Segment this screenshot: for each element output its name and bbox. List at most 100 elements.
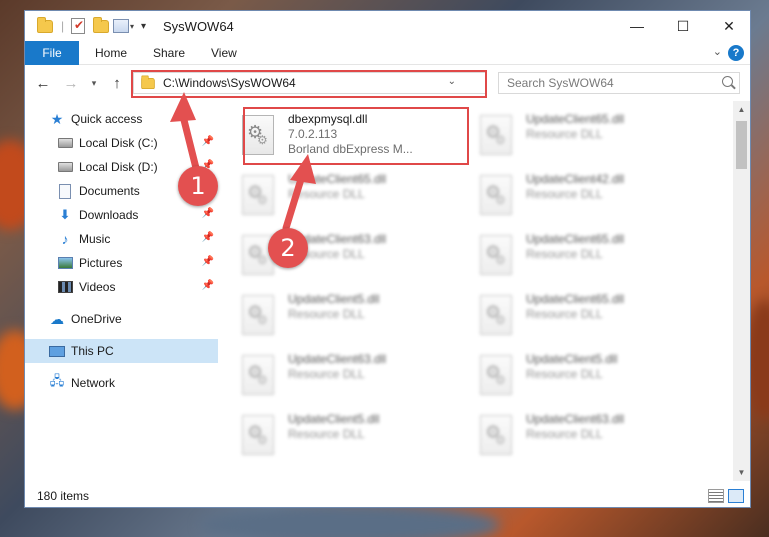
forward-arrow-icon[interactable]: → bbox=[61, 73, 81, 93]
dll-file-icon bbox=[480, 355, 512, 395]
title-bar: | ▾ ▾ SysWOW64 — ☐ ✕ bbox=[25, 11, 750, 41]
file-name: UpdateClient65.dll bbox=[526, 292, 625, 306]
file-description: Resource DLL bbox=[526, 307, 603, 321]
pin-icon[interactable]: 📌 bbox=[202, 280, 214, 291]
nav-item-this-pc[interactable]: This PC bbox=[25, 339, 218, 363]
file-tile[interactable]: UpdateClient63.dllResource DLL bbox=[468, 407, 696, 463]
nav-item-downloads[interactable]: ⬇ Downloads 📌 bbox=[25, 203, 218, 227]
scroll-up-icon[interactable]: ▲ bbox=[733, 101, 750, 118]
nav-item-music[interactable]: ♪ Music 📌 bbox=[25, 227, 218, 251]
help-icon[interactable]: ? bbox=[728, 45, 744, 61]
dll-file-icon bbox=[242, 295, 274, 335]
nav-item-network[interactable]: 🖧 Network bbox=[25, 371, 218, 395]
nav-item-label: Quick access bbox=[71, 112, 143, 126]
window-title: SysWOW64 bbox=[163, 19, 234, 34]
file-description: Resource DLL bbox=[288, 427, 365, 441]
nav-item-label: This PC bbox=[71, 344, 114, 358]
download-icon: ⬇ bbox=[59, 207, 71, 222]
pin-icon[interactable]: 📌 bbox=[202, 232, 214, 243]
nav-item-label: OneDrive bbox=[71, 312, 122, 326]
file-tile[interactable]: UpdateClient5.dllResource DLL bbox=[230, 407, 458, 463]
file-tile[interactable]: UpdateClient65.dllResource DLL bbox=[468, 287, 696, 343]
file-tile[interactable]: UpdateClient5.dllResource DLL bbox=[468, 347, 696, 403]
nav-item-label: Videos bbox=[79, 280, 116, 294]
nav-item-local-disk-c[interactable]: Local Disk (C:) 📌 bbox=[25, 131, 218, 155]
nav-item-label: Documents bbox=[79, 184, 140, 198]
file-description: Resource DLL bbox=[526, 187, 603, 201]
search-icon bbox=[722, 76, 733, 87]
pin-icon[interactable]: 📌 bbox=[202, 208, 214, 219]
file-name: UpdateClient65.dll bbox=[288, 172, 387, 186]
file-tile[interactable]: UpdateClient42.dllResource DLL bbox=[468, 167, 696, 223]
nav-item-pictures[interactable]: Pictures 📌 bbox=[25, 251, 218, 275]
scroll-thumb[interactable] bbox=[736, 121, 747, 169]
tab-home[interactable]: Home bbox=[95, 41, 127, 65]
tiles-view-icon[interactable] bbox=[728, 489, 744, 503]
disk-icon bbox=[57, 160, 73, 174]
dll-file-icon bbox=[480, 415, 512, 455]
callout-marker-1: 1 bbox=[178, 166, 218, 206]
app-folder-icon bbox=[37, 16, 53, 36]
dll-file-icon bbox=[242, 355, 274, 395]
file-name: UpdateClient65.dll bbox=[526, 112, 625, 126]
file-tile[interactable]: UpdateClient65.dllResource DLL bbox=[468, 227, 696, 283]
properties-check-icon[interactable] bbox=[71, 16, 85, 36]
dll-file-icon bbox=[480, 115, 512, 155]
nav-item-quick-access[interactable]: ★ Quick access bbox=[25, 107, 218, 131]
file-name: UpdateClient63.dll bbox=[288, 352, 387, 366]
minimize-button[interactable]: — bbox=[614, 11, 660, 41]
file-description: Resource DLL bbox=[526, 427, 603, 441]
file-description: Resource DLL bbox=[526, 127, 603, 141]
nav-item-label: Local Disk (D:) bbox=[79, 160, 158, 174]
details-view-icon[interactable] bbox=[708, 489, 724, 503]
tab-view[interactable]: View bbox=[211, 41, 237, 65]
dll-file-icon bbox=[242, 175, 274, 215]
file-name: UpdateClient63.dll bbox=[526, 412, 625, 426]
dll-file-icon bbox=[480, 235, 512, 275]
file-description: Resource DLL bbox=[288, 367, 365, 381]
pictures-icon bbox=[57, 256, 73, 270]
dll-file-icon bbox=[480, 295, 512, 335]
tab-file[interactable]: File bbox=[25, 41, 79, 65]
document-icon bbox=[57, 183, 73, 199]
customize-qa-icon[interactable]: ▾ bbox=[113, 16, 134, 36]
up-arrow-icon[interactable]: ↑ bbox=[107, 73, 127, 93]
search-placeholder: Search SysWOW64 bbox=[507, 76, 614, 90]
nav-item-label: Network bbox=[71, 376, 116, 390]
navigation-pane: ★ Quick access Local Disk (C:) 📌 Local D… bbox=[25, 101, 218, 481]
computer-icon bbox=[49, 344, 65, 358]
item-count: 180 items bbox=[37, 489, 90, 503]
pin-icon[interactable]: 📌 bbox=[202, 256, 214, 267]
disk-icon bbox=[57, 136, 73, 150]
file-tile[interactable]: UpdateClient5.dllResource DLL bbox=[230, 287, 458, 343]
nav-item-onedrive[interactable]: ☁ OneDrive bbox=[25, 307, 218, 331]
file-tile[interactable]: UpdateClient63.dllResource DLL bbox=[230, 347, 458, 403]
qa-dropdown-icon[interactable]: ▾ bbox=[141, 16, 146, 36]
music-icon: ♪ bbox=[61, 231, 69, 247]
file-tile[interactable]: UpdateClient65.dllResource DLL bbox=[468, 107, 696, 163]
nav-item-videos[interactable]: Videos 📌 bbox=[25, 275, 218, 299]
file-description: Resource DLL bbox=[288, 187, 365, 201]
ribbon-tabs: File Home Share View ⌄ ? bbox=[25, 41, 750, 65]
pin-icon[interactable]: 📌 bbox=[202, 136, 214, 147]
recent-locations-icon[interactable]: ▾ bbox=[87, 73, 101, 93]
new-folder-icon[interactable] bbox=[93, 16, 109, 36]
nav-item-label: Music bbox=[79, 232, 111, 246]
nav-item-label: Pictures bbox=[79, 256, 123, 270]
file-tile[interactable]: UpdateClient65.dllResource DLL bbox=[230, 167, 458, 223]
close-button[interactable]: ✕ bbox=[706, 11, 750, 41]
nav-item-label: Local Disk (C:) bbox=[79, 136, 158, 150]
file-tile[interactable]: UpdateClient63.dllResource DLL bbox=[230, 227, 458, 283]
file-name: UpdateClient5.dll bbox=[526, 352, 618, 366]
network-icon: 🖧 bbox=[49, 373, 65, 388]
vertical-scrollbar[interactable]: ▲ ▼ bbox=[733, 101, 750, 481]
scroll-down-icon[interactable]: ▼ bbox=[733, 464, 750, 481]
file-highlight bbox=[243, 107, 469, 165]
status-bar: 180 items bbox=[25, 483, 750, 507]
tab-share[interactable]: Share bbox=[153, 41, 185, 65]
maximize-button[interactable]: ☐ bbox=[660, 11, 706, 41]
search-input[interactable]: Search SysWOW64 bbox=[498, 72, 740, 94]
callout-marker-2: 2 bbox=[268, 228, 308, 268]
back-arrow-icon[interactable]: ← bbox=[33, 73, 53, 93]
expand-ribbon-icon[interactable]: ⌄ bbox=[713, 45, 722, 58]
